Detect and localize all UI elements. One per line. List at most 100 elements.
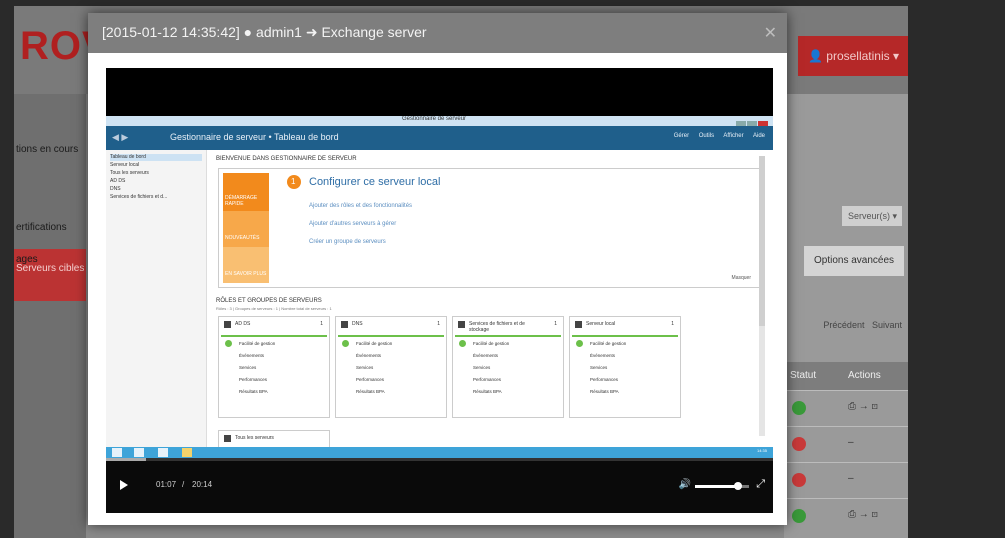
modal-title: [2015-01-12 14:35:42] ● admin1 ➜ Exchang…	[102, 24, 427, 41]
role-icon	[458, 321, 465, 328]
whats-new-tab-label: NOUVEAUTÉS	[225, 235, 260, 241]
duration: 20:14	[192, 480, 213, 489]
server-select[interactable]: Serveur(s) ▾	[842, 206, 902, 226]
whats-new-tab: NOUVEAUTÉS	[223, 211, 269, 247]
role-tile-bar	[338, 335, 444, 337]
role-tile-row: Performances	[239, 377, 268, 382]
step-number-icon: 1	[287, 175, 301, 189]
role-tile-row: Facilité de gestion	[590, 341, 627, 346]
role-tile-bar	[455, 335, 561, 337]
role-tile-row: Performances	[356, 377, 385, 382]
sidebar-item-certifications[interactable]: ertifications	[16, 222, 67, 233]
window-buttons	[735, 116, 771, 129]
sidebar-item-sessions[interactable]: tions en cours	[16, 144, 78, 155]
table-row: ⎙ → ⊡	[784, 390, 908, 427]
sidebar: tions en cours Serveurs cibles ertificat…	[14, 94, 86, 538]
status-error-icon	[792, 473, 806, 487]
role-tile-row: Facilité de gestion	[473, 341, 510, 346]
folder-icon	[182, 448, 192, 457]
scrollbar-thumb	[759, 156, 765, 326]
user-name: prosellatinis	[826, 49, 890, 63]
role-icon	[224, 321, 231, 328]
quick-start-tabs: DÉMARRAGE RAPIDE NOUVEAUTÉS EN SAVOIR PL…	[223, 173, 269, 283]
role-tile-row: Facilité de gestion	[356, 341, 393, 346]
close-icon[interactable]: ✕	[764, 23, 777, 43]
window-title: Gestionnaire de serveur	[402, 116, 467, 122]
role-tile-row: Résultats BPA	[356, 389, 385, 394]
sm-sidebar-item-local: Serveur local	[110, 162, 140, 168]
role-tile-count: 1	[671, 321, 674, 327]
server-manager-sidebar: Tableau de bord Serveur local Tous les s…	[106, 150, 207, 447]
prev-page-button[interactable]: Précédent	[823, 320, 864, 330]
table-row: –	[784, 426, 908, 463]
windows-taskbar: 14:35	[106, 447, 773, 458]
volume-fill	[695, 485, 739, 488]
quick-start-link: Ajouter d'autres serveurs à gérer	[309, 221, 397, 227]
advanced-options-button[interactable]: Options avancées	[804, 246, 904, 276]
quick-start-box: DÉMARRAGE RAPIDE NOUVEAUTÉS EN SAVOIR PL…	[218, 168, 760, 288]
role-tile: Serveur local 1 Facilité de gestion Évén…	[569, 316, 681, 418]
progress-bar[interactable]	[106, 458, 773, 461]
video-letterbox-top	[106, 68, 773, 116]
table-row: ⎙ → ⊡	[784, 498, 908, 535]
user-icon: 👤	[808, 49, 827, 63]
connect-action-icon[interactable]: ⎙ → ⊡	[848, 509, 878, 520]
modal-header: [2015-01-12 14:35:42] ● admin1 ➜ Exchang…	[88, 13, 787, 53]
session-target: Exchange server	[321, 24, 427, 40]
role-tile-row: Services	[356, 365, 374, 370]
role-tile-header: Serveur local 1	[570, 317, 680, 335]
right-panel: Serveur(s) ▾ Options avancées Précédent …	[784, 94, 908, 538]
current-time: 01:07	[156, 480, 177, 489]
play-icon[interactable]	[120, 480, 128, 490]
role-tile-row: Performances	[473, 377, 502, 382]
role-tile: Services de fichiers et de stockage 1 Fa…	[452, 316, 564, 418]
role-tile: DNS 1 Facilité de gestion Événements Ser…	[335, 316, 447, 418]
role-tile-name: DNS	[352, 321, 363, 327]
powershell-icon	[158, 448, 168, 457]
quick-start-title: Configurer ce serveur local	[309, 176, 441, 188]
status-ok-icon	[792, 509, 806, 523]
sm-sidebar-item-files: Services de fichiers et d...	[110, 194, 168, 200]
role-tile-row: Facilité de gestion	[239, 341, 276, 346]
role-tile-row: Événements	[590, 353, 616, 358]
sm-sidebar-item-dashboard: Tableau de bord	[110, 154, 202, 161]
video-player[interactable]: Gestionnaire de serveur ◀ ▶ Gestionnaire…	[106, 68, 773, 513]
role-tile-name: Serveur local	[586, 321, 616, 327]
role-tile-count: 1	[554, 321, 557, 327]
quick-start-tab-label: DÉMARRAGE RAPIDE	[225, 195, 258, 207]
nav-menu: Gérer Outils Afficher Aide	[673, 133, 765, 139]
user-icon: ●	[243, 24, 253, 40]
role-tile-row: Événements	[473, 353, 499, 358]
volume-knob[interactable]	[734, 482, 743, 490]
role-tile-row: Services	[239, 365, 257, 370]
session-user: admin1	[256, 24, 302, 40]
quick-start-link: Ajouter des rôles et des fonctionnalités	[309, 203, 413, 209]
sidebar-item-pages[interactable]: ages	[16, 254, 38, 265]
step-number: 1	[291, 177, 296, 186]
vertical-scrollbar	[759, 156, 765, 436]
volume-icon[interactable]: 🔊	[679, 479, 691, 490]
connect-action-icon[interactable]: ⎙ → ⊡	[848, 401, 878, 412]
server-manager-nav: ◀ ▶ Gestionnaire de serveur • Tableau de…	[106, 126, 773, 150]
roles-header: RÔLES ET GROUPES DE SERVEURS	[216, 298, 322, 304]
table-header: Statut Actions	[784, 362, 908, 390]
hide-link: Masquer	[731, 275, 751, 281]
fullscreen-icon[interactable]: ⤢	[756, 478, 765, 491]
quick-start-link: Créer un groupe de serveurs	[309, 239, 386, 245]
progress-fill	[106, 458, 147, 461]
volume-slider[interactable]	[695, 482, 749, 490]
status-error-icon	[792, 437, 806, 451]
arrow-right-icon: ➜	[305, 24, 318, 40]
user-menu-button[interactable]: 👤 prosellatinis ▾	[798, 36, 908, 76]
role-tile-header: DNS 1	[336, 317, 446, 335]
time-separator: /	[182, 480, 185, 489]
status-ok-icon	[792, 401, 806, 415]
role-tile-count: 1	[320, 321, 323, 327]
row-action-empty: –	[848, 473, 854, 484]
role-tile-row: Services	[590, 365, 608, 370]
role-tile-row: Résultats BPA	[239, 389, 268, 394]
table-row: –	[784, 462, 908, 499]
recorded-screen: Gestionnaire de serveur ◀ ▶ Gestionnaire…	[106, 116, 773, 458]
server-manager-main: BIENVENUE DANS GESTIONNAIRE DE SERVEUR D…	[210, 150, 766, 452]
next-page-button[interactable]: Suivant	[872, 320, 902, 330]
